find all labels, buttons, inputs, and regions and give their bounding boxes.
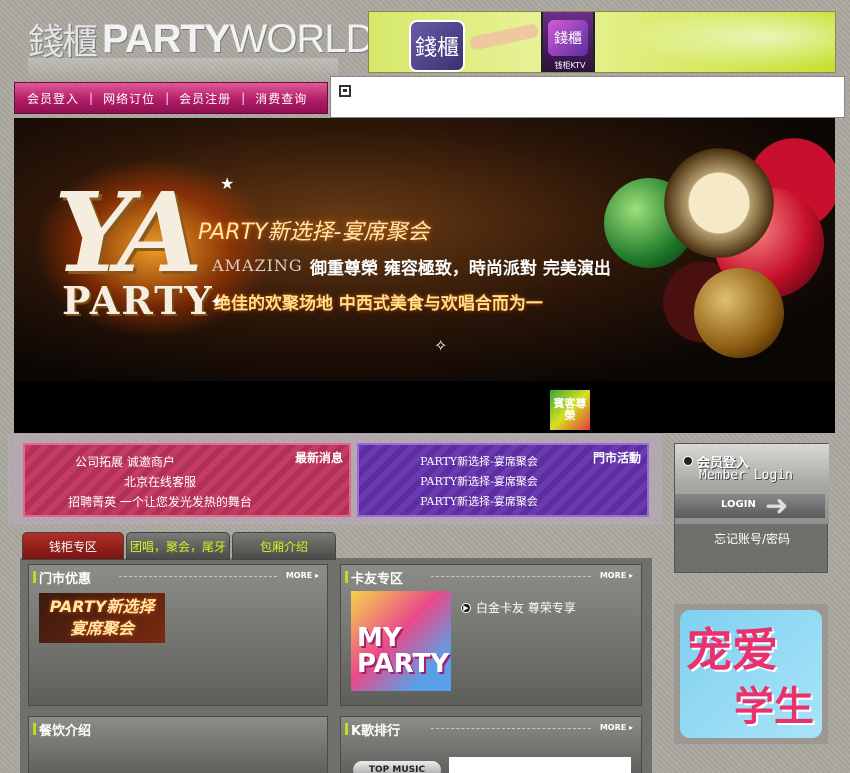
ktv-ranking-title: K歌排行 xyxy=(351,724,401,739)
hero-tagline: PARTY新选择-宴席聚会 xyxy=(198,220,430,245)
latest-news-item[interactable]: 招聘菁英 一个让您发光发热的舞台 xyxy=(25,493,295,510)
store-event-item[interactable]: PARTY新选择-宴席聚会 xyxy=(359,473,599,489)
nav-online-booking[interactable]: 网络订位 xyxy=(103,90,155,107)
ad-wave-decoration xyxy=(599,12,835,72)
nav-spending-query[interactable]: 消费查询 xyxy=(255,90,307,107)
news-section: 最新消息 公司拓展 诚邀商户 北京在线客服 招聘菁英 一个让您发光发热的舞台 門… xyxy=(8,434,662,524)
header-divider xyxy=(119,576,277,577)
header-accent xyxy=(345,571,348,583)
sparkle-icon: ✦ xyxy=(210,292,224,311)
content-area: 门市优惠 MORE ▸ PARTY新选择 宴席聚会 卡友专区 MORE ▸ MY… xyxy=(20,558,652,773)
logo-party-text: PARTY xyxy=(102,16,231,61)
hero-amazing-text: AMAZING xyxy=(212,256,303,275)
dining-box: 餐饮介绍 xyxy=(28,716,328,773)
login-button[interactable]: LOGIN ➜ xyxy=(675,489,825,522)
disco-ball-gold xyxy=(694,268,784,358)
phone-image: 錢櫃 钱柜KTV xyxy=(541,12,595,72)
hero-banner[interactable]: YA PARTY PARTY新选择-宴席聚会 AMAZING 御重尊榮 雍容極致… xyxy=(14,118,835,381)
store-offers-title: 门市优惠 xyxy=(39,572,92,587)
app-icon: 錢櫃 xyxy=(409,20,465,72)
store-event-item[interactable]: PARTY新选择-宴席聚会 xyxy=(359,493,599,509)
latest-news-title: 最新消息 xyxy=(294,451,343,465)
promo-strip: 賓客尊榮 xyxy=(14,381,835,433)
coupon-line2: 宴席聚会 xyxy=(69,619,134,638)
header-accent xyxy=(33,723,36,735)
hero-line-2: 绝佳的欢聚场地 中西式美食与欢唱合而为一 xyxy=(214,294,543,314)
login-subtitle: Member Login xyxy=(699,468,793,483)
student-promo-banner[interactable]: 宠爱 学生 xyxy=(674,604,828,744)
top-music-badge: TOP MUSIC xyxy=(353,761,441,773)
logo-reflection xyxy=(28,58,338,80)
ktv-ranking-list xyxy=(449,757,631,773)
store-event-item[interactable]: PARTY新选择-宴席聚会 xyxy=(359,453,599,469)
header-divider xyxy=(431,576,591,577)
nav-separator: | xyxy=(241,91,246,105)
plugin-icon xyxy=(339,85,351,97)
top-app-banner[interactable]: 錢櫃 錢櫃 钱柜KTV xyxy=(368,11,836,73)
login-header: 会员登入 Member Login LOGIN ➜ xyxy=(675,444,829,524)
ktv-ranking-more-link[interactable]: MORE ▸ xyxy=(600,723,633,732)
member-nav: 会员登入 | 网络订位 | 会员注册 | 消费查询 xyxy=(14,82,328,114)
box-header: K歌排行 MORE ▸ xyxy=(341,717,641,739)
nav-member-login[interactable]: 会员登入 xyxy=(27,90,79,107)
logo-world-text: WORLD xyxy=(229,16,375,61)
forgot-password-link[interactable]: 忘记账号/密码 xyxy=(675,530,829,547)
latest-news-item[interactable]: 公司拓展 诚邀商户 xyxy=(25,453,225,470)
my-party-image[interactable]: MY PARTY xyxy=(351,591,451,691)
arrow-right-icon: ➜ xyxy=(765,489,789,522)
store-offers-box: 门市优惠 MORE ▸ PARTY新选择 宴席聚会 xyxy=(28,564,328,706)
member-login-box: 会员登入 Member Login LOGIN ➜ 忘记账号/密码 xyxy=(674,443,829,573)
latest-news-item[interactable]: 北京在线客服 xyxy=(25,473,295,490)
masquerade-mask-image xyxy=(664,148,774,258)
announcement-bar xyxy=(330,76,845,118)
nav-separator: | xyxy=(89,91,94,105)
store-offers-more-link[interactable]: MORE ▸ xyxy=(286,571,319,580)
login-button-label: LOGIN xyxy=(721,499,756,510)
nav-separator: | xyxy=(165,91,170,105)
student-promo-image: 宠爱 学生 xyxy=(680,610,822,738)
box-header: 门市优惠 MORE ▸ xyxy=(29,565,327,587)
student-promo-line1: 宠爱 xyxy=(686,623,778,677)
header-accent xyxy=(345,723,348,735)
nav-member-register[interactable]: 会员注册 xyxy=(179,90,231,107)
pointing-hand-icon xyxy=(468,22,540,52)
sparkle-icon: ★ xyxy=(220,174,235,193)
latest-news-panel: 最新消息 公司拓展 诚邀商户 北京在线客服 招聘菁英 一个让您发光发热的舞台 xyxy=(23,443,351,517)
dining-title: 餐饮介绍 xyxy=(39,724,92,739)
box-header: 餐饮介绍 xyxy=(29,717,327,739)
store-events-panel: 門市活動 PARTY新选择-宴席聚会 PARTY新选择-宴席聚会 PARTY新选… xyxy=(357,443,649,517)
cardholder-more-link[interactable]: MORE ▸ xyxy=(600,571,633,580)
section-tabs: 钱柜专区 团唱，聚会，尾牙 包厢介绍 xyxy=(20,532,660,560)
phone-app-icon: 錢櫃 xyxy=(548,20,588,56)
play-bullet-icon: ▶ xyxy=(461,602,471,613)
coupon-line1: PARTY新选择 xyxy=(49,597,155,616)
ktv-ranking-box: K歌排行 MORE ▸ TOP MUSIC xyxy=(340,716,642,773)
box-header: 卡友专区 MORE ▸ xyxy=(341,565,641,587)
header-divider xyxy=(431,728,591,729)
store-events-title: 門市活動 xyxy=(592,451,641,465)
tab-cashbox-zone[interactable]: 钱柜专区 xyxy=(22,532,124,560)
hero-line-1: 御重尊榮 雍容極致，時尚派對 完美演出 xyxy=(310,259,611,279)
cardholder-box: 卡友专区 MORE ▸ MY PARTY ▶ 白金卡友 尊荣专享 xyxy=(340,564,642,706)
hero-party-text: PARTY xyxy=(62,278,214,323)
cardholder-title: 卡友专区 xyxy=(351,572,404,587)
card-item-label: 白金卡友 尊荣专享 xyxy=(476,601,576,615)
card-list-item[interactable]: ▶ 白金卡友 尊荣专享 xyxy=(461,599,576,616)
phone-app-label: 钱柜KTV xyxy=(554,61,586,70)
tab-group-party[interactable]: 团唱，聚会，尾牙 xyxy=(126,532,230,560)
student-promo-line2: 学生 xyxy=(734,684,814,730)
site-logo[interactable]: 錢櫃 PARTY WORLD xyxy=(28,14,375,64)
coupon-banner[interactable]: PARTY新选择 宴席聚会 xyxy=(39,593,165,643)
header-accent xyxy=(33,571,36,583)
tab-room-intro[interactable]: 包厢介绍 xyxy=(232,532,336,560)
vip-badge-icon[interactable]: 賓客尊榮 xyxy=(550,390,590,430)
bullet-icon xyxy=(683,456,693,466)
sparkle-icon: ✧ xyxy=(434,336,448,355)
